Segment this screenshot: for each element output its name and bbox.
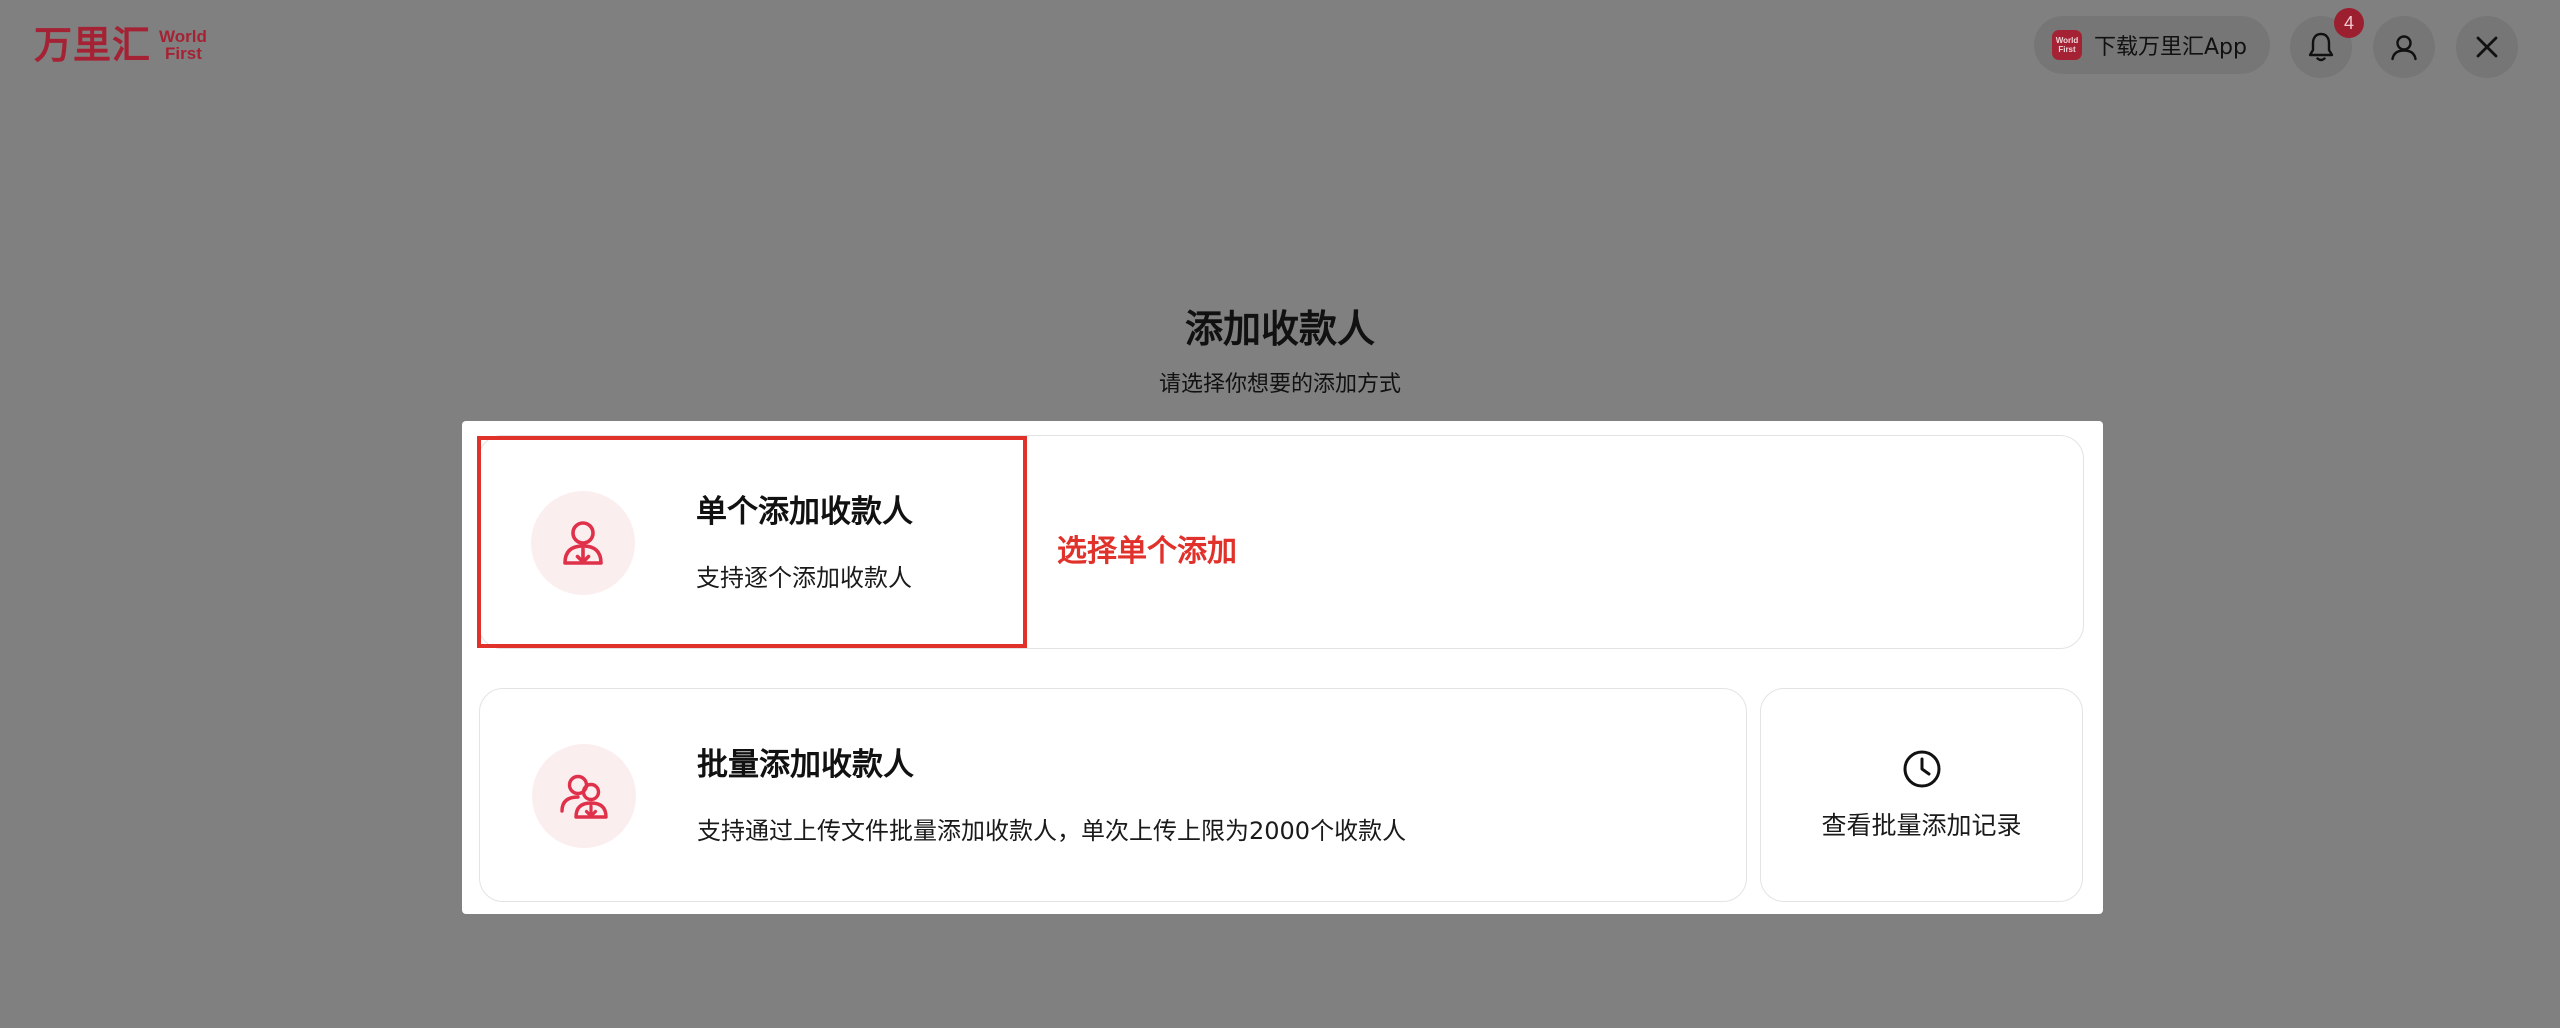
worldfirst-logo[interactable]: 万里汇 World First [34,22,207,68]
batch-history-content: 查看批量添加记录 [1761,689,2082,901]
download-app-button[interactable]: World First 下载万里汇App [2034,16,2270,74]
single-add-highlight-box [477,436,1027,648]
batch-history-card[interactable]: 查看批量添加记录 [1760,688,2083,902]
batch-add-description: 支持通过上传文件批量添加收款人，单次上传上限为2000个收款人 [697,817,1407,845]
logo-text-en: World First [159,27,207,63]
notification-count-badge: 4 [2334,8,2364,38]
close-icon [2476,36,2498,58]
users-add-icon [560,774,608,819]
download-app-label: 下载万里汇App [2094,35,2247,60]
account-button[interactable] [2373,16,2435,78]
logo-text-cn: 万里汇 [34,23,152,67]
annotation-text: 选择单个添加 [1057,534,1237,569]
batch-add-payee-card[interactable]: 批量添加收款人 支持通过上传文件批量添加收款人，单次上传上限为2000个收款人 [479,688,1747,902]
batch-add-title: 批量添加收款人 [697,747,914,783]
bell-icon [2308,32,2334,62]
user-icon [2391,35,2417,61]
close-button[interactable] [2456,16,2518,78]
top-header: 万里汇 World First World First 下载万里汇App 4 [0,0,2560,92]
batch-icon-circle [532,744,636,848]
batch-history-label: 查看批量添加记录 [1821,811,2022,840]
clock-icon [1903,750,1940,788]
page-subtitle: 请选择你想要的添加方式 [1158,372,1401,397]
page-title: 添加收款人 [1184,307,1375,351]
app-logo-icon: World First [2052,30,2082,60]
